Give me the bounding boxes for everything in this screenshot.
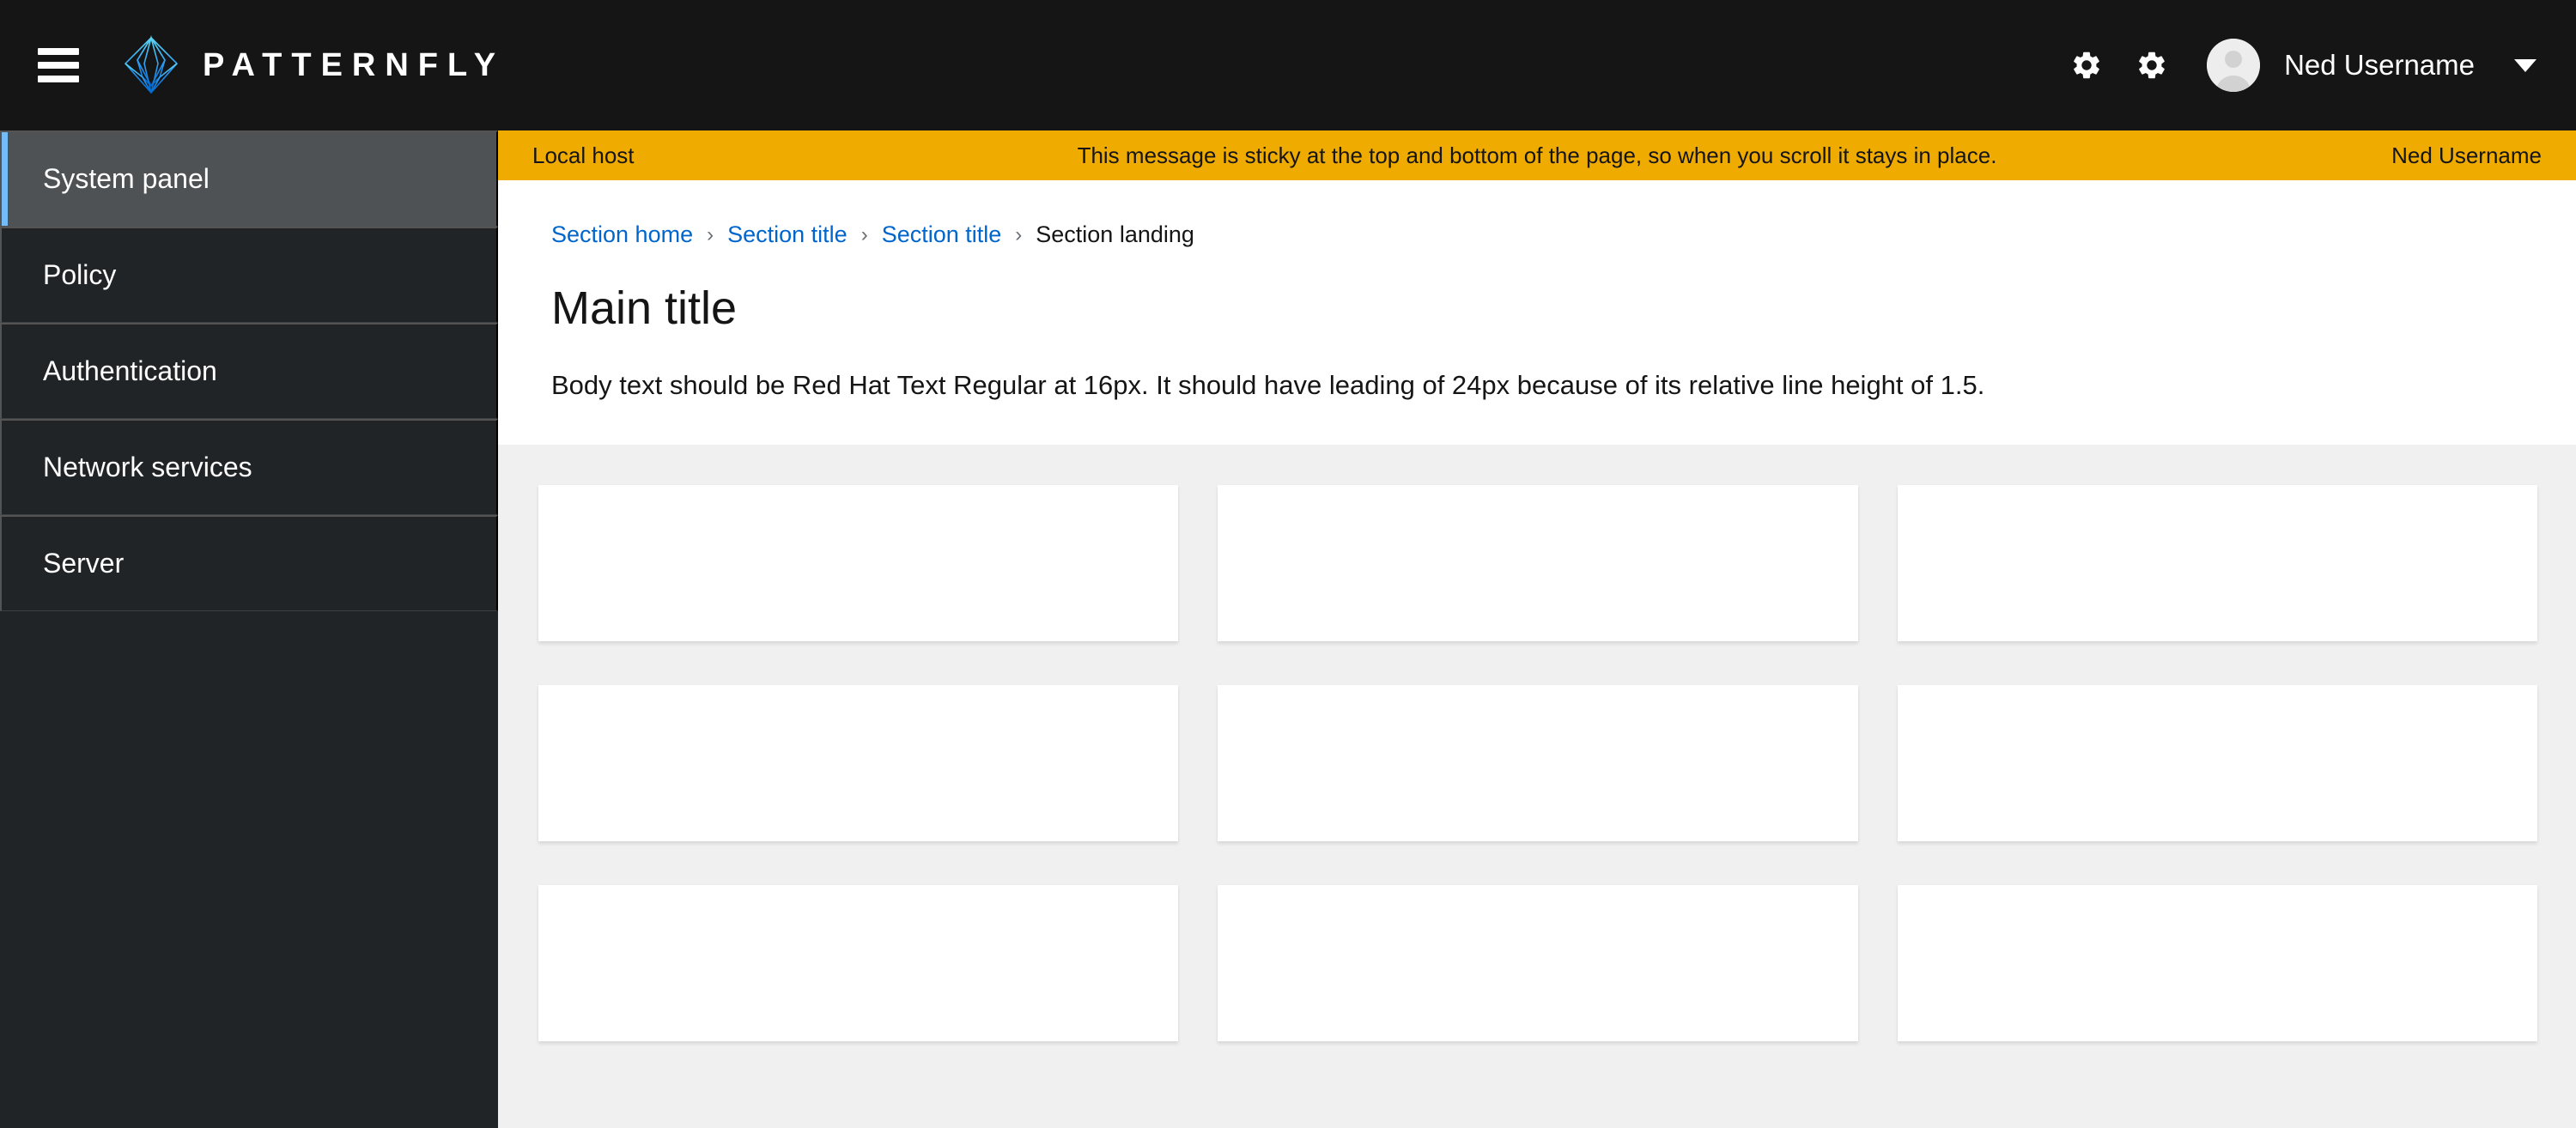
breadcrumb-item-section-title-1[interactable]: Section title <box>727 221 848 248</box>
banner-user-label: Ned Username <box>2391 142 2542 168</box>
breadcrumb: Section home › Section title › Section t… <box>551 221 2523 248</box>
page-header-section: Section home › Section title › Section t… <box>498 180 2576 446</box>
masthead-toolbar: Ned Username <box>2054 33 2576 98</box>
gear-icon <box>2074 52 2099 79</box>
card[interactable] <box>1218 485 1858 642</box>
settings-button-2[interactable] <box>2119 33 2184 98</box>
sidebar-filler <box>0 611 498 1128</box>
avatar-icon <box>2207 39 2261 92</box>
page-body: System panel Policy Authentication Netwo… <box>0 130 2576 1128</box>
card[interactable] <box>538 885 1179 1042</box>
brand-wordmark: PATTERNFLY <box>203 46 506 83</box>
patternfly-logo-icon <box>124 34 179 94</box>
breadcrumb-item-section-title-2[interactable]: Section title <box>882 221 1002 248</box>
breadcrumb-item-section-home[interactable]: Section home <box>551 221 693 248</box>
sidebar-item-label: Server <box>43 548 125 579</box>
masthead-left: PATTERNFLY <box>0 34 505 96</box>
card-grid <box>538 485 2537 1042</box>
hamburger-bar <box>38 48 79 55</box>
sidebar-item-label: System panel <box>43 163 210 194</box>
hamburger-bar <box>38 76 79 82</box>
breadcrumb-item-current: Section landing <box>1036 221 1194 247</box>
main-content: Local host This message is sticky at the… <box>498 130 2576 1128</box>
sidebar-item-label: Network services <box>43 452 252 482</box>
page-title: Main title <box>551 282 738 334</box>
card[interactable] <box>1897 485 2537 642</box>
gear-icon <box>2139 52 2165 79</box>
card[interactable] <box>1218 685 1858 842</box>
global-nav-toggle-button[interactable] <box>38 48 79 82</box>
sidebar-item-system-panel[interactable]: System panel <box>0 130 498 227</box>
card[interactable] <box>1897 685 2537 842</box>
sidebar-item-policy[interactable]: Policy <box>0 227 498 323</box>
breadcrumb-separator-icon: › <box>860 222 868 246</box>
user-name-label: Ned Username <box>2284 49 2475 81</box>
avatar <box>2207 39 2261 92</box>
card[interactable] <box>1218 885 1858 1042</box>
banner-host-label: Local host <box>532 142 635 168</box>
sidebar-item-label: Policy <box>43 259 117 290</box>
sticky-banner: Local host This message is sticky at the… <box>498 130 2576 180</box>
sidebar-item-network-services[interactable]: Network services <box>0 419 498 515</box>
breadcrumb-separator-icon: › <box>1015 222 1023 246</box>
sidebar-navigation: System panel Policy Authentication Netwo… <box>0 130 498 1128</box>
card[interactable] <box>538 685 1179 842</box>
page-body-text: Body text should be Red Hat Text Regular… <box>551 369 1985 400</box>
chevron-down-icon <box>2514 58 2537 72</box>
masthead: PATTERNFLY Ned Username <box>0 0 2576 130</box>
settings-button-1[interactable] <box>2054 33 2119 98</box>
card[interactable] <box>538 485 1179 642</box>
sidebar-item-authentication[interactable]: Authentication <box>0 323 498 419</box>
user-menu-button[interactable]: Ned Username <box>2207 39 2537 92</box>
breadcrumb-separator-icon: › <box>707 222 714 246</box>
sidebar-item-label: Authentication <box>43 355 217 386</box>
hamburger-bar <box>38 62 79 69</box>
brand-link[interactable]: PATTERNFLY <box>122 34 505 96</box>
sidebar-item-server[interactable]: Server <box>0 515 498 611</box>
card[interactable] <box>1897 885 2537 1042</box>
card-grid-section <box>498 445 2576 1128</box>
banner-message: This message is sticky at the top and bo… <box>1077 142 1997 168</box>
application-root: PATTERNFLY Ned Username System panel Pol… <box>0 0 2576 1128</box>
